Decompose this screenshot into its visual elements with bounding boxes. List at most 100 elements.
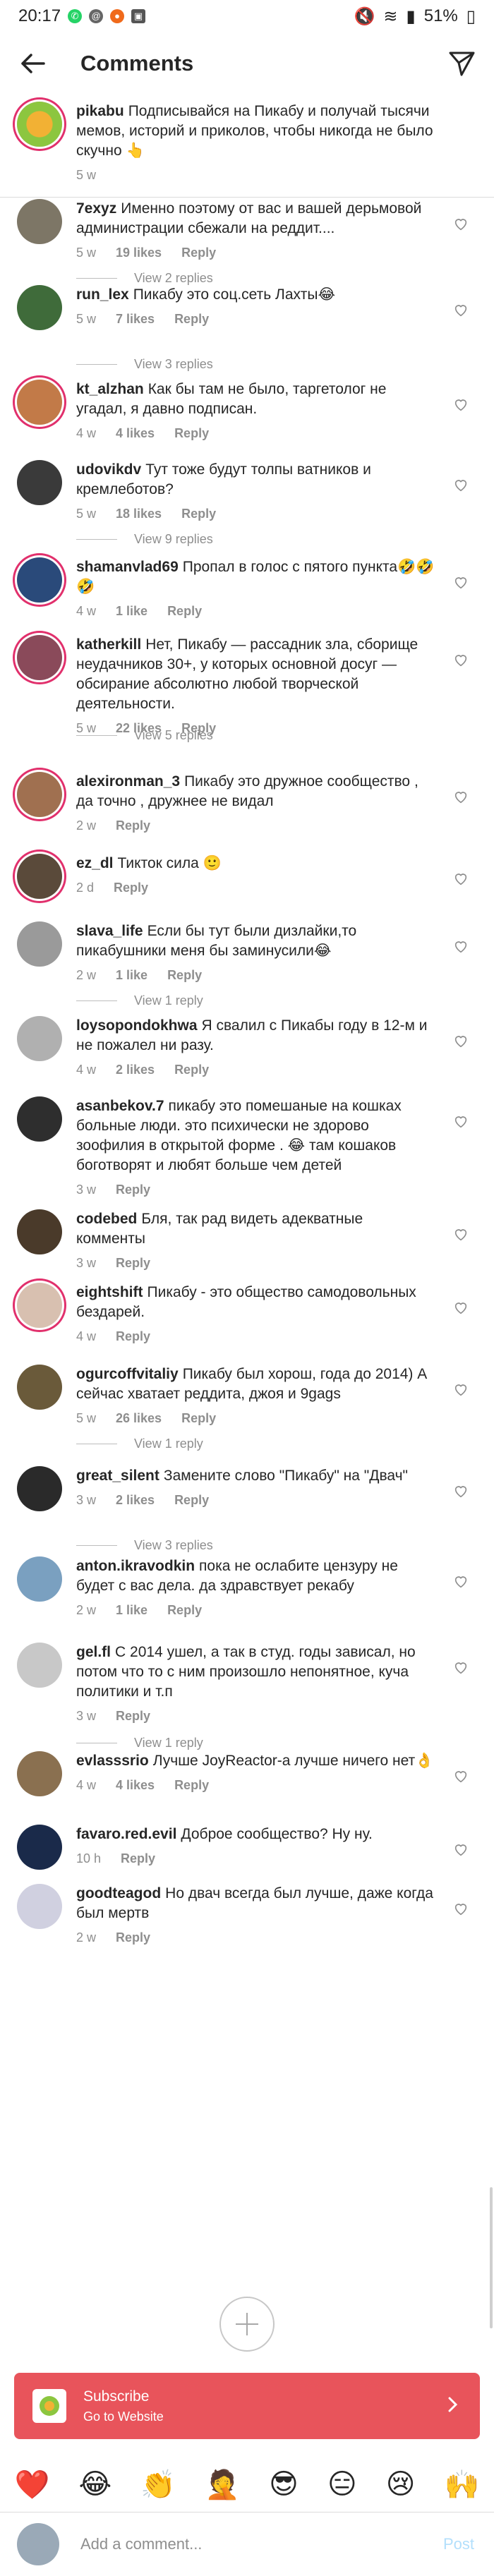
- avatar[interactable]: [17, 921, 62, 967]
- avatar[interactable]: [17, 1884, 62, 1929]
- reply-button[interactable]: Reply: [174, 426, 209, 441]
- comment-username[interactable]: great_silent: [76, 1468, 159, 1484]
- heart-icon[interactable]: [453, 1033, 469, 1048]
- comment-username[interactable]: loysopondokhwa: [76, 1017, 198, 1034]
- heart-icon[interactable]: [453, 1768, 469, 1784]
- heart-icon[interactable]: [453, 1381, 469, 1397]
- like-count[interactable]: 18 likes: [116, 507, 162, 521]
- reply-button[interactable]: Reply: [116, 1256, 150, 1271]
- comment-username[interactable]: ez_dl: [76, 855, 114, 871]
- reply-button[interactable]: Reply: [116, 1709, 150, 1724]
- heart-icon[interactable]: [453, 397, 469, 412]
- like-count[interactable]: 1 like: [116, 604, 147, 619]
- view-replies-button[interactable]: View 1 reply: [76, 982, 203, 1019]
- comment-username[interactable]: goodteagod: [76, 1885, 161, 1901]
- avatar[interactable]: [17, 1643, 62, 1688]
- heart-icon[interactable]: [453, 1573, 469, 1589]
- reply-button[interactable]: Reply: [116, 1329, 150, 1344]
- view-replies-button[interactable]: View 3 replies: [76, 346, 213, 382]
- avatar[interactable]: [17, 1751, 62, 1796]
- comment-username[interactable]: evlasssrio: [76, 1753, 149, 1769]
- reply-button[interactable]: Reply: [181, 246, 216, 260]
- reply-button[interactable]: Reply: [116, 818, 150, 833]
- heart-icon[interactable]: [453, 789, 469, 804]
- reply-button[interactable]: Reply: [181, 507, 216, 521]
- avatar[interactable]: [17, 1096, 62, 1142]
- reply-button[interactable]: Reply: [174, 1778, 209, 1793]
- avatar[interactable]: [17, 199, 62, 244]
- avatar[interactable]: [17, 1556, 62, 1602]
- reply-button[interactable]: Reply: [174, 1063, 209, 1077]
- emoji-button[interactable]: 😢: [386, 2468, 416, 2501]
- comment-username[interactable]: gel.fl: [76, 1644, 111, 1660]
- comment-username[interactable]: 7exyz: [76, 200, 116, 217]
- comment-username[interactable]: alexironman_3: [76, 773, 180, 790]
- reply-button[interactable]: Reply: [116, 1930, 150, 1945]
- emoji-button[interactable]: 🙌: [445, 2468, 480, 2501]
- comment-username[interactable]: asanbekov.7: [76, 1098, 164, 1114]
- comment-username[interactable]: codebed: [76, 1211, 137, 1227]
- comment-username[interactable]: shamanvlad69: [76, 559, 179, 575]
- heart-icon[interactable]: [453, 302, 469, 318]
- caption-username[interactable]: pikabu: [76, 103, 124, 119]
- comment-username[interactable]: udovikdv: [76, 461, 141, 478]
- emoji-button[interactable]: 😑: [327, 2468, 357, 2501]
- like-count[interactable]: 26 likes: [116, 1411, 162, 1426]
- comment-username[interactable]: katherkill: [76, 636, 141, 653]
- heart-icon[interactable]: [453, 938, 469, 954]
- like-count[interactable]: 7 likes: [116, 312, 155, 327]
- load-more-button[interactable]: [219, 2297, 275, 2352]
- emoji-button[interactable]: 🤦: [205, 2468, 240, 2501]
- reply-button[interactable]: Reply: [167, 604, 202, 619]
- like-count[interactable]: 4 likes: [116, 426, 155, 441]
- avatar[interactable]: [17, 460, 62, 505]
- comment-username[interactable]: eightshift: [76, 1284, 143, 1300]
- avatar[interactable]: [17, 285, 62, 330]
- heart-icon[interactable]: [453, 1842, 469, 1857]
- avatar[interactable]: [17, 557, 62, 603]
- share-button[interactable]: [445, 47, 478, 80]
- avatar[interactable]: [17, 1209, 62, 1254]
- reply-button[interactable]: Reply: [114, 881, 148, 895]
- reply-button[interactable]: Reply: [121, 1851, 155, 1866]
- heart-icon[interactable]: [453, 1901, 469, 1916]
- comment-username[interactable]: run_lex: [76, 286, 129, 303]
- heart-icon[interactable]: [453, 1659, 469, 1675]
- heart-icon[interactable]: [453, 1113, 469, 1129]
- view-replies-button[interactable]: View 9 replies: [76, 521, 213, 557]
- like-count[interactable]: 2 likes: [116, 1063, 155, 1077]
- comment-username[interactable]: slava_life: [76, 923, 143, 939]
- emoji-button[interactable]: 😂: [78, 2468, 112, 2501]
- like-count[interactable]: 4 likes: [116, 1778, 155, 1793]
- emoji-button[interactable]: 👏: [140, 2468, 176, 2501]
- comment-username[interactable]: kt_alzhan: [76, 381, 144, 397]
- avatar[interactable]: [17, 772, 62, 817]
- avatar[interactable]: [17, 1365, 62, 1410]
- like-count[interactable]: 1 like: [116, 968, 147, 983]
- like-count[interactable]: 1 like: [116, 1603, 147, 1618]
- reply-button[interactable]: Reply: [174, 1493, 209, 1508]
- avatar[interactable]: [17, 1825, 62, 1870]
- like-count[interactable]: 19 likes: [116, 246, 162, 260]
- heart-icon[interactable]: [453, 1300, 469, 1315]
- reply-button[interactable]: Reply: [167, 968, 202, 983]
- like-count[interactable]: 2 likes: [116, 1493, 155, 1508]
- avatar[interactable]: [17, 1016, 62, 1061]
- view-replies-button[interactable]: View 1 reply: [76, 1425, 203, 1462]
- avatar[interactable]: [17, 1466, 62, 1511]
- comment-username[interactable]: favaro.red.evil: [76, 1826, 176, 1842]
- reply-button[interactable]: Reply: [181, 1411, 216, 1426]
- comment-input[interactable]: Add a comment...: [80, 2535, 443, 2553]
- heart-icon[interactable]: [453, 652, 469, 667]
- comment-username[interactable]: anton.ikravodkin: [76, 1558, 195, 1574]
- heart-icon[interactable]: [453, 477, 469, 492]
- heart-icon[interactable]: [453, 574, 469, 590]
- back-button[interactable]: [16, 47, 49, 80]
- emoji-button[interactable]: ❤️: [15, 2468, 50, 2501]
- avatar[interactable]: [17, 1283, 62, 1328]
- reply-button[interactable]: Reply: [167, 1603, 202, 1618]
- post-button[interactable]: Post: [443, 2535, 474, 2553]
- scrollbar[interactable]: [490, 2187, 493, 2328]
- emoji-button[interactable]: 😎: [269, 2468, 299, 2501]
- reply-button[interactable]: Reply: [174, 312, 209, 327]
